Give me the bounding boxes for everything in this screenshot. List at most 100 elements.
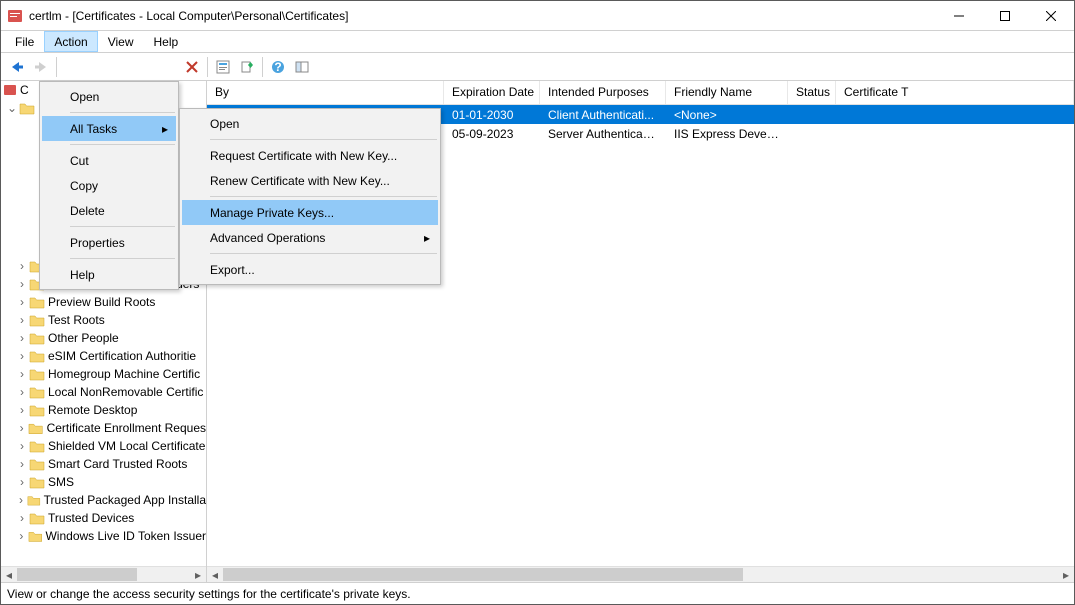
menuitem-properties[interactable]: Properties xyxy=(42,230,176,255)
tree-item[interactable]: ›Windows Live ID Token Issuer xyxy=(1,527,206,545)
scroll-right-icon[interactable]: ▸ xyxy=(190,567,206,582)
menubar: File Action View Help xyxy=(1,31,1074,53)
tree-item[interactable]: ›Local NonRemovable Certific xyxy=(1,383,206,401)
menuitem-label: Manage Private Keys... xyxy=(210,206,334,220)
tree-item-label: Homegroup Machine Certific xyxy=(48,367,200,381)
scroll-left-icon[interactable]: ◂ xyxy=(1,567,17,582)
menuitem-label: Properties xyxy=(70,236,125,250)
toolbar: ? xyxy=(1,53,1074,81)
menuitem-open[interactable]: Open xyxy=(42,84,176,109)
expand-icon[interactable]: › xyxy=(15,529,28,543)
expand-icon[interactable]: › xyxy=(15,385,29,399)
tree-item[interactable]: ›Shielded VM Local Certificate xyxy=(1,437,206,455)
menuitem-request-cert[interactable]: Request Certificate with New Key... xyxy=(182,143,438,168)
maximize-button[interactable] xyxy=(982,1,1028,30)
menuitem-advanced-ops[interactable]: Advanced Operations ▸ xyxy=(182,225,438,250)
folder-icon xyxy=(27,493,41,507)
tree-item[interactable]: ›Trusted Devices xyxy=(1,509,206,527)
tree-item[interactable]: › Preview Build Roots xyxy=(1,293,206,311)
column-template[interactable]: Certificate T xyxy=(836,81,1074,104)
tree-item-label: Certificate Enrollment Reques xyxy=(47,421,206,435)
tree-item-label: Preview Build Roots xyxy=(48,295,155,309)
menuitem-manage-keys[interactable]: Manage Private Keys... xyxy=(182,200,438,225)
tree-item[interactable]: ›Test Roots xyxy=(1,311,206,329)
expand-icon[interactable]: › xyxy=(15,403,29,417)
tree-item[interactable]: ›eSIM Certification Authoritie xyxy=(1,347,206,365)
expand-icon[interactable]: › xyxy=(15,493,27,507)
column-status[interactable]: Status xyxy=(788,81,836,104)
tree-item[interactable]: › Certificate Enrollment Reques xyxy=(1,419,206,437)
scroll-thumb[interactable] xyxy=(17,568,137,581)
scroll-thumb[interactable] xyxy=(223,568,743,581)
cell: Server Authenticati... xyxy=(540,127,666,141)
app-icon xyxy=(7,8,23,24)
expand-icon[interactable]: › xyxy=(15,511,29,525)
tree-item[interactable]: ›Other People xyxy=(1,329,206,347)
collapse-icon[interactable]: ⌄ xyxy=(5,101,19,115)
toolbar-separator xyxy=(207,57,208,77)
menuitem-renew-cert[interactable]: Renew Certificate with New Key... xyxy=(182,168,438,193)
tree-item[interactable]: › Homegroup Machine Certific xyxy=(1,365,206,383)
menuitem-copy[interactable]: Copy xyxy=(42,173,176,198)
menuitem-cut[interactable]: Cut xyxy=(42,148,176,173)
tree-item[interactable]: ›SMS xyxy=(1,473,206,491)
folder-icon xyxy=(19,101,35,115)
menuitem-help[interactable]: Help xyxy=(42,262,176,287)
tree-item[interactable]: › Trusted Packaged App Installa xyxy=(1,491,206,509)
column-headers: By Expiration Date Intended Purposes Fri… xyxy=(207,81,1074,105)
folder-icon xyxy=(28,529,43,543)
menuitem-delete[interactable]: Delete xyxy=(42,198,176,223)
expand-icon[interactable]: › xyxy=(15,295,29,309)
expand-icon[interactable]: › xyxy=(15,421,28,435)
scroll-left-icon[interactable]: ◂ xyxy=(207,567,223,582)
svg-text:?: ? xyxy=(274,60,281,74)
close-button[interactable] xyxy=(1028,1,1074,30)
expand-icon[interactable]: › xyxy=(15,349,29,363)
folder-icon xyxy=(29,295,45,309)
delete-icon[interactable] xyxy=(180,55,204,79)
properties-icon[interactable] xyxy=(211,55,235,79)
titlebar: certlm - [Certificates - Local Computer\… xyxy=(1,1,1074,31)
menu-action[interactable]: Action xyxy=(44,31,97,52)
expand-icon[interactable]: › xyxy=(15,331,29,345)
expand-icon[interactable]: › xyxy=(15,259,29,273)
folder-icon xyxy=(29,511,45,525)
column-purpose[interactable]: Intended Purposes xyxy=(540,81,666,104)
toolbar-separator xyxy=(56,57,57,77)
back-button[interactable] xyxy=(5,55,29,79)
show-hide-icon[interactable] xyxy=(290,55,314,79)
expand-icon[interactable]: › xyxy=(15,457,29,471)
menu-separator xyxy=(210,196,437,197)
list-scrollbar-horizontal[interactable]: ◂ ▸ xyxy=(207,566,1074,582)
tree-scrollbar-horizontal[interactable]: ◂ ▸ xyxy=(1,566,206,582)
menuitem-label: Renew Certificate with New Key... xyxy=(210,174,390,188)
expand-icon[interactable]: › xyxy=(15,439,29,453)
forward-button[interactable] xyxy=(29,55,53,79)
export-icon[interactable] xyxy=(235,55,259,79)
minimize-button[interactable] xyxy=(936,1,982,30)
cell: 01-01-2030 xyxy=(444,108,540,122)
expand-icon[interactable]: › xyxy=(15,277,29,291)
folder-icon xyxy=(29,475,45,489)
help-icon[interactable]: ? xyxy=(266,55,290,79)
tree-item-label: Trusted Packaged App Installa xyxy=(44,493,206,507)
action-context-menu: Open All Tasks ▸ Cut Copy Delete Propert… xyxy=(39,81,179,290)
cell: <None> xyxy=(666,108,788,122)
menu-view[interactable]: View xyxy=(98,31,144,52)
menu-help[interactable]: Help xyxy=(144,31,189,52)
tree-item[interactable]: ›Smart Card Trusted Roots xyxy=(1,455,206,473)
cell: Client Authenticati... xyxy=(540,108,666,122)
menuitem-open-sub[interactable]: Open xyxy=(182,111,438,136)
expand-icon[interactable]: › xyxy=(15,367,29,381)
column-issued-by[interactable]: By xyxy=(207,81,444,104)
menuitem-export[interactable]: Export... xyxy=(182,257,438,282)
scroll-right-icon[interactable]: ▸ xyxy=(1058,567,1074,582)
column-friendly[interactable]: Friendly Name xyxy=(666,81,788,104)
tree-item[interactable]: ›Remote Desktop xyxy=(1,401,206,419)
all-tasks-submenu: Open Request Certificate with New Key...… xyxy=(179,108,441,285)
menu-file[interactable]: File xyxy=(5,31,44,52)
column-expiration[interactable]: Expiration Date xyxy=(444,81,540,104)
expand-icon[interactable]: › xyxy=(15,313,29,327)
expand-icon[interactable]: › xyxy=(15,475,29,489)
menuitem-all-tasks[interactable]: All Tasks ▸ xyxy=(42,116,176,141)
